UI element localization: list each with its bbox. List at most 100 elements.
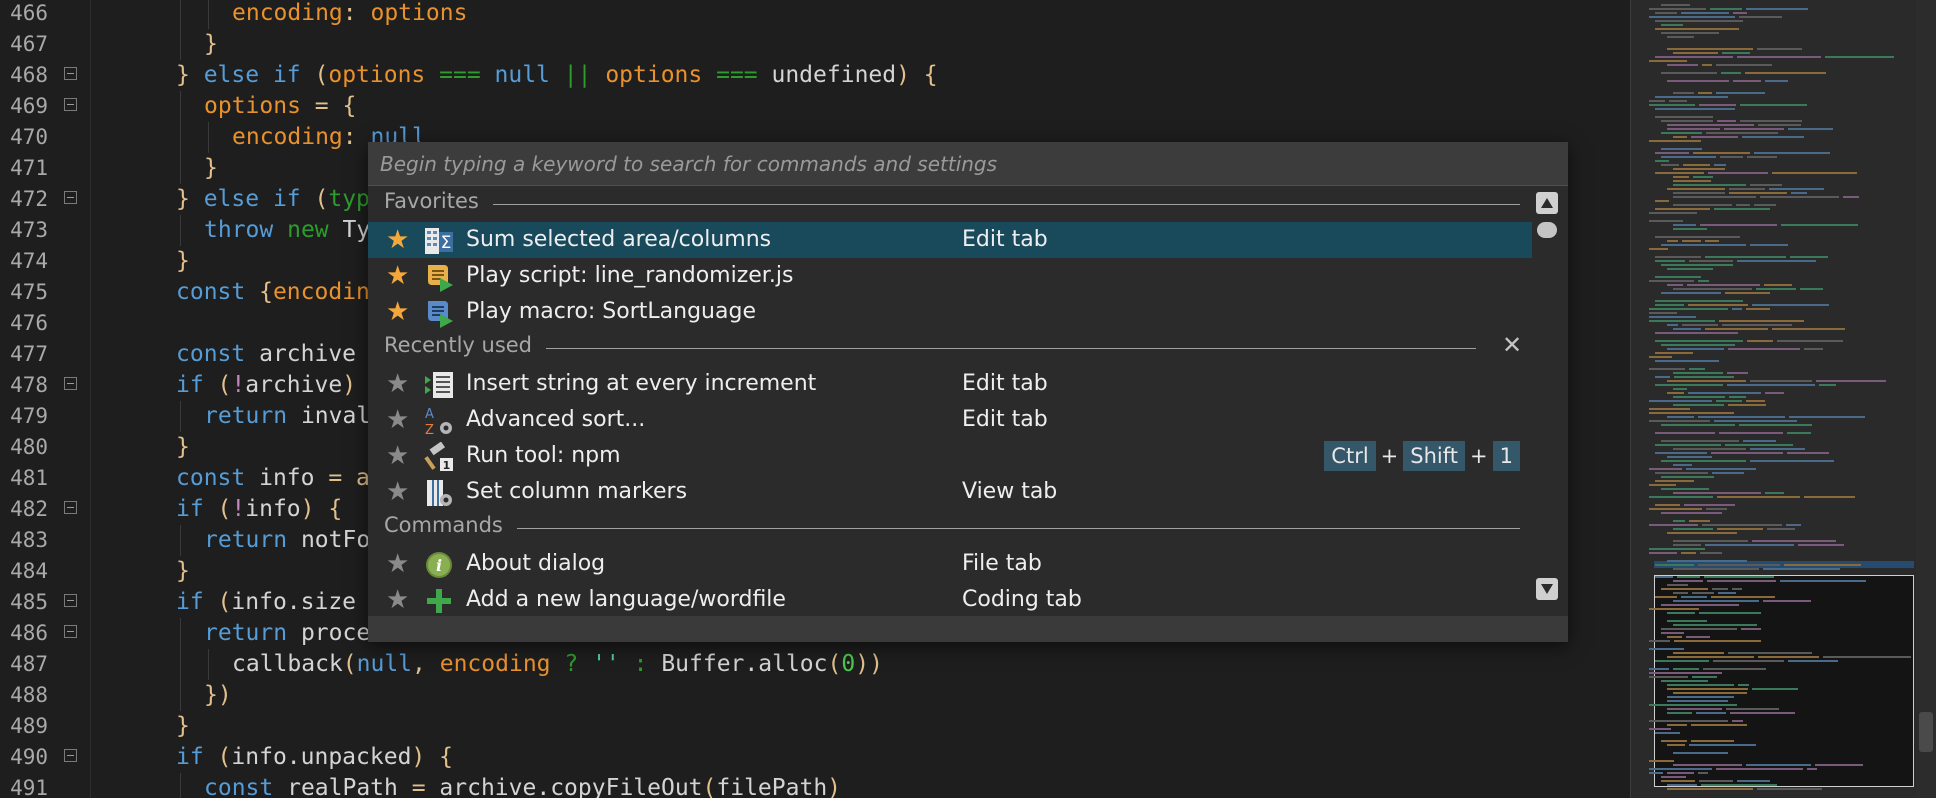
indent-guide xyxy=(180,91,181,122)
minimap-line xyxy=(1649,60,1687,62)
command-label: Play macro: SortLanguage xyxy=(466,299,756,324)
minimap-line xyxy=(1816,380,1886,382)
command-item[interactable]: ★ i About dialog File tab xyxy=(368,546,1532,582)
minimap-line xyxy=(1726,708,1779,710)
minimap-line xyxy=(1702,524,1782,526)
minimap-line xyxy=(1655,376,1670,378)
code-token: ! xyxy=(231,372,246,398)
minimap-line xyxy=(1667,712,1692,714)
fold-toggle-icon[interactable] xyxy=(64,501,77,514)
fold-toggle-icon[interactable] xyxy=(64,749,77,762)
minimap-line xyxy=(1649,412,1734,414)
minimap-line xyxy=(1649,220,1683,222)
minimap-line xyxy=(1736,204,1750,206)
minimap-line xyxy=(1807,768,1817,770)
minimap-line xyxy=(1673,668,1699,670)
minimap-line xyxy=(1741,628,1761,630)
minimap-line xyxy=(1787,432,1811,434)
code-line: 469 options = { xyxy=(0,91,1630,122)
code-text: encoding: options xyxy=(232,0,467,29)
minimap-line xyxy=(1819,384,1836,386)
line-number: 467 xyxy=(10,32,48,56)
code-token: === xyxy=(439,62,495,88)
svg-text:Σ: Σ xyxy=(441,233,452,253)
minimap-line xyxy=(1696,712,1726,714)
svg-text:i: i xyxy=(436,556,442,575)
command-label: Run tool: npm xyxy=(466,443,621,468)
code-token: return xyxy=(204,527,301,553)
code-token: ( xyxy=(217,744,232,770)
line-number: 489 xyxy=(10,714,48,738)
fold-toggle-icon[interactable] xyxy=(64,191,77,204)
indent-guide xyxy=(180,401,181,432)
minimap-line xyxy=(1757,788,1822,790)
minimap-line xyxy=(1691,136,1738,138)
minimap-line xyxy=(1760,196,1839,198)
fold-toggle-icon[interactable] xyxy=(64,98,77,111)
code-token: notFo xyxy=(300,527,371,553)
minimap-line xyxy=(1823,656,1911,658)
star-icon[interactable]: ★ xyxy=(386,477,409,507)
minimap-line xyxy=(1649,16,1735,18)
command-item[interactable]: ★ Add a new language/wordfile Coding tab xyxy=(368,582,1532,616)
minimap-line xyxy=(1725,444,1793,446)
star-icon[interactable]: ★ xyxy=(386,549,409,579)
minimap-line xyxy=(1673,396,1725,398)
favorite-star-icon[interactable]: ★ xyxy=(386,297,409,327)
command-search-input[interactable] xyxy=(378,146,1552,182)
command-item[interactable]: ★ Set column markers View tab xyxy=(368,474,1532,510)
scrollbar-thumb[interactable] xyxy=(1537,222,1557,238)
code-token: return xyxy=(204,403,301,429)
minimap-line xyxy=(1655,256,1701,258)
star-icon[interactable]: ★ xyxy=(386,405,409,435)
line-number: 466 xyxy=(10,1,48,25)
scroll-down-button[interactable] xyxy=(1536,578,1558,600)
command-item[interactable]: ★ 1 Run tool: npm Ctrl + Shift + 1 xyxy=(368,438,1532,474)
code-token: info xyxy=(259,465,329,491)
favorite-star-icon[interactable]: ★ xyxy=(386,261,409,291)
minimap-line xyxy=(1661,292,1721,294)
minimap-line xyxy=(1649,640,1670,642)
minimap-line xyxy=(1684,504,1735,506)
minimap-line xyxy=(1649,484,1676,486)
vertical-scrollbar[interactable] xyxy=(1916,0,1936,798)
minimap-line xyxy=(1787,452,1829,454)
minimap-line xyxy=(1661,424,1735,426)
star-icon[interactable]: ★ xyxy=(386,369,409,399)
fold-toggle-icon[interactable] xyxy=(64,377,77,390)
minimap-line xyxy=(1667,784,1697,786)
code-token: ) { xyxy=(411,744,453,770)
star-icon[interactable]: ★ xyxy=(386,441,409,471)
command-label: About dialog xyxy=(466,551,606,576)
minimap-line xyxy=(1683,164,1710,166)
command-list-scrollbar[interactable] xyxy=(1532,186,1562,606)
scroll-up-button[interactable] xyxy=(1536,192,1558,214)
minimap-line xyxy=(1667,708,1722,710)
section-divider xyxy=(384,204,1520,205)
command-item[interactable]: ★ AZ Advanced sort... Edit tab xyxy=(368,402,1532,438)
minimap-line xyxy=(1649,676,1688,678)
fold-toggle-icon[interactable] xyxy=(64,67,77,80)
code-token: 0 xyxy=(841,651,856,677)
minimap[interactable] xyxy=(1630,0,1936,798)
favorite-star-icon[interactable]: ★ xyxy=(386,225,409,255)
scroll-up-arrow-icon xyxy=(1541,198,1553,208)
command-item[interactable]: ★ Σ Sum selected area/columns Edit tab xyxy=(368,222,1532,258)
svg-text:A: A xyxy=(425,407,434,422)
command-item[interactable]: ★ Play macro: SortLanguage xyxy=(368,294,1532,330)
minimap-line xyxy=(1689,744,1756,746)
fold-toggle-icon[interactable] xyxy=(64,625,77,638)
minimap-line xyxy=(1649,280,1694,282)
code-text: } xyxy=(176,556,190,587)
minimap-line xyxy=(1667,392,1684,394)
code-token: === xyxy=(716,62,772,88)
fold-toggle-icon[interactable] xyxy=(64,594,77,607)
scrollbar-thumb[interactable] xyxy=(1919,712,1933,752)
command-item[interactable]: ★ Insert string at every increment Edit … xyxy=(368,366,1532,402)
command-item[interactable]: ★ Play script: line_randomizer.js xyxy=(368,258,1532,294)
star-icon[interactable]: ★ xyxy=(386,585,409,615)
minimap-line xyxy=(1673,448,1746,450)
clear-recent-close-icon[interactable]: ✕ xyxy=(1498,330,1526,360)
minimap-line xyxy=(1667,724,1687,726)
minimap-line xyxy=(1649,496,1713,498)
